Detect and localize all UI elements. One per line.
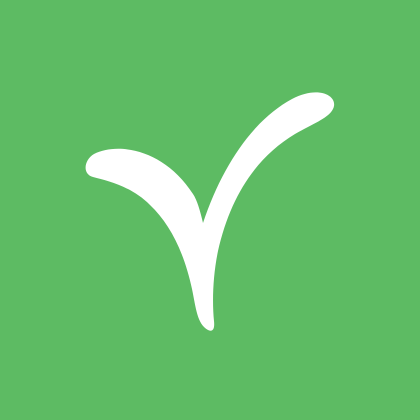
checkmark-sprout-icon xyxy=(85,92,335,331)
app-icon-tile xyxy=(0,0,420,420)
checkmark-mark xyxy=(85,92,335,331)
